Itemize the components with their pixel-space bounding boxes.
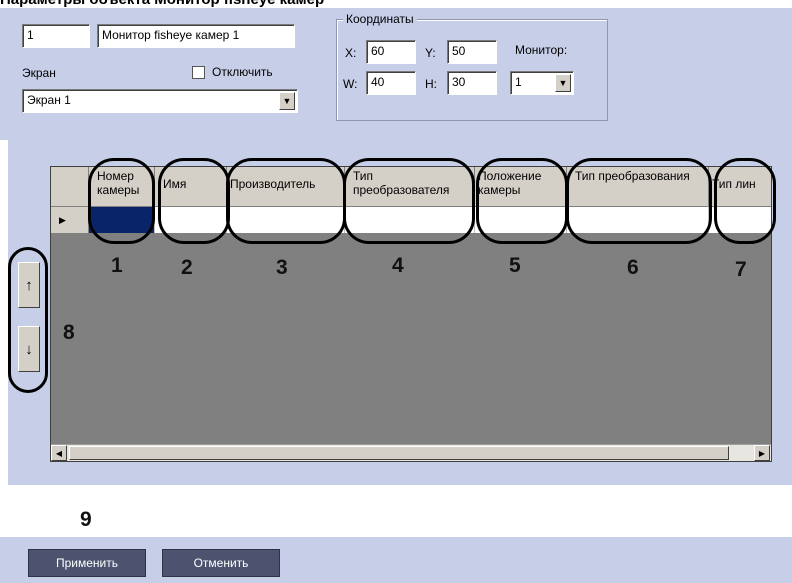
cancel-button[interactable]: Отменить [162, 549, 280, 577]
h-label: H: [425, 77, 437, 91]
callout-number-1: 1 [111, 254, 123, 277]
callout-ring-2 [158, 158, 230, 244]
scroll-right-button[interactable]: ▶ [754, 445, 770, 461]
chevron-down-icon: ▼ [282, 96, 292, 106]
horizontal-scrollbar[interactable]: ◀ ▶ [51, 444, 771, 461]
apply-button[interactable]: Применить [28, 549, 146, 577]
w-field[interactable]: 40 [366, 71, 416, 95]
callout-ring-1 [88, 158, 155, 244]
row-pointer-icon: ▶ [59, 214, 66, 225]
disable-checkbox[interactable] [192, 66, 205, 79]
callout-number-4: 4 [392, 254, 404, 277]
x-field[interactable]: 60 [366, 40, 416, 64]
h-field[interactable]: 30 [447, 71, 497, 95]
monitor-id-field[interactable]: 1 [22, 24, 90, 48]
arrow-left-icon: ◀ [55, 448, 63, 458]
title-strip: Параметры объекта Монитор fisheye камер [0, 0, 792, 8]
callout-ring-6 [566, 158, 712, 244]
y-label: Y: [425, 46, 436, 60]
callout-ring-8 [8, 247, 48, 393]
coordinates-group [336, 19, 608, 121]
callout-number-8: 8 [63, 321, 75, 344]
monitor-name-field[interactable]: Монитор fisheye камер 1 [97, 24, 295, 48]
callout-number-2: 2 [181, 256, 193, 279]
y-field[interactable]: 50 [447, 40, 497, 64]
screen-select-value: Экран 1 [27, 93, 71, 107]
x-label: X: [345, 46, 357, 60]
callout-number-3: 3 [276, 256, 288, 279]
callout-number-9: 9 [80, 508, 92, 531]
callout-number-5: 5 [509, 254, 521, 277]
chevron-down-icon: ▼ [558, 78, 568, 88]
callout-number-6: 6 [627, 256, 639, 279]
callout-ring-7 [714, 158, 776, 244]
screen-dropdown-button[interactable]: ▼ [279, 92, 295, 110]
callout-ring-5 [476, 158, 568, 244]
monitor-select-value: 1 [515, 75, 522, 89]
screen-select[interactable]: Экран 1 [22, 89, 298, 113]
scrollbar-thumb[interactable] [69, 446, 729, 460]
scroll-left-button[interactable]: ◀ [51, 445, 67, 461]
w-label: W: [343, 77, 358, 91]
monitor-dropdown-button[interactable]: ▼ [555, 74, 571, 92]
arrow-right-icon: ▶ [758, 448, 766, 458]
callout-ring-4 [343, 158, 475, 244]
coordinates-group-title: Координаты [343, 12, 417, 26]
title-strip-text: Параметры объекта Монитор fisheye камер [0, 0, 324, 8]
grid-corner-header [51, 167, 89, 207]
disable-label: Отключить [212, 65, 273, 79]
screen-label: Экран [22, 66, 56, 80]
row-indicator: ▶ [51, 207, 89, 233]
monitor-label: Монитор: [515, 43, 568, 57]
settings-panel: Параметры объекта Монитор fisheye камер … [0, 0, 792, 140]
callout-number-7: 7 [735, 258, 747, 281]
callout-ring-3 [226, 158, 346, 244]
